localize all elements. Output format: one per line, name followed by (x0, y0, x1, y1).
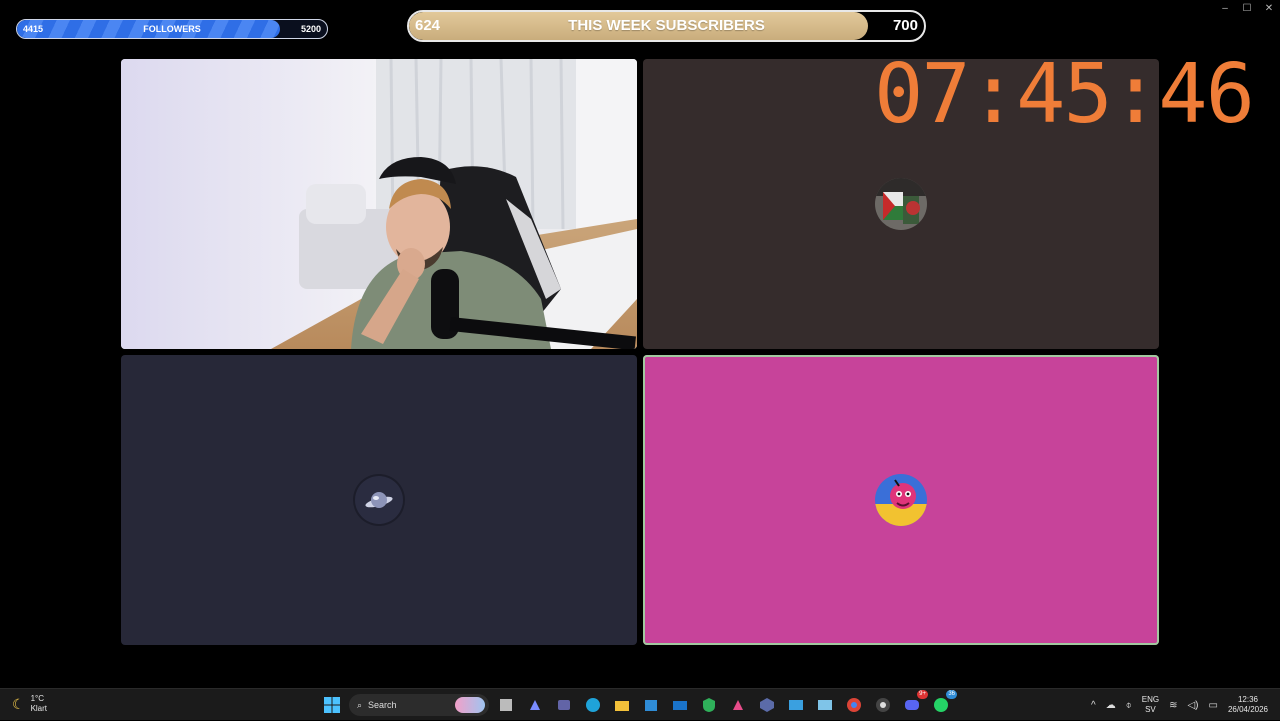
whatsapp-icon[interactable]: 36 (929, 690, 957, 717)
file-explorer-icon[interactable] (610, 693, 634, 717)
whatsapp-badge: 36 (946, 690, 957, 699)
weather-temp: 1°C (30, 694, 44, 703)
photos-icon[interactable] (784, 693, 808, 717)
cartoon-avatar (875, 474, 927, 526)
webcam-tile[interactable] (121, 59, 637, 349)
onedrive-icon[interactable]: ☁ (1106, 700, 1116, 711)
maximize-button[interactable]: ☐ (1236, 0, 1258, 16)
microphone-icon[interactable]: ⌽ (1126, 700, 1132, 711)
system-date: 26/04/2026 (1227, 705, 1268, 714)
subscribers-label: THIS WEEK SUBSCRIBERS (568, 17, 765, 34)
stream-timer: 07:45:46 (874, 47, 1255, 142)
minimize-button[interactable]: – (1214, 0, 1236, 16)
search-highlight-icon (455, 697, 485, 713)
files-icon[interactable] (494, 693, 518, 717)
chevron-up-icon[interactable]: ^ (1091, 700, 1096, 711)
followers-goal-bar: FOLLOWERS 4415 5200 (16, 19, 328, 39)
m365-icon[interactable] (726, 693, 750, 717)
taskbar-search-box[interactable]: ⌕ Search (349, 694, 489, 716)
wifi-icon[interactable]: ≋ (1169, 700, 1177, 711)
subscribers-goal: 700 (892, 17, 918, 34)
system-tray: ^ ☁ ⌽ ENG SV ≋ ◁) ▭ 12:36 26/04/2026 (1091, 689, 1280, 721)
obs-icon[interactable] (871, 693, 895, 717)
battery-icon[interactable]: ▭ (1209, 700, 1218, 711)
followers-goal: 5200 (300, 24, 321, 34)
planet-avatar (353, 474, 405, 526)
store-icon[interactable] (639, 693, 663, 717)
subscribers-current: 624 (415, 17, 441, 34)
edge-icon[interactable] (581, 693, 605, 717)
taskbar-apps: ⌕ Search 9+ 36 (320, 690, 957, 717)
mail-icon[interactable] (668, 693, 692, 717)
clock-date[interactable]: 12:36 26/04/2026 (1228, 695, 1268, 715)
remote-icon[interactable] (813, 693, 837, 717)
followers-label: FOLLOWERS (143, 24, 201, 34)
speaker-icon[interactable]: ◁) (1187, 700, 1198, 711)
chrome-icon[interactable] (842, 693, 866, 717)
search-placeholder: Search (368, 700, 397, 710)
windows-taskbar: ☾ 1°C Klart ⌕ Search 9+ 36 ^ ☁ ⌽ ENG SV … (0, 688, 1280, 720)
webcam-video (121, 59, 637, 349)
search-icon: ⌕ (357, 699, 363, 710)
subscribers-goal-bar: THIS WEEK SUBSCRIBERS 624 700 (407, 10, 926, 42)
discord-badge: 9+ (917, 690, 928, 699)
flag-avatar (875, 178, 927, 230)
vpn-icon[interactable] (697, 693, 721, 717)
language-indicator[interactable]: ENG SV (1142, 695, 1159, 715)
windows-start-icon[interactable] (320, 693, 344, 717)
region-code: SV (1145, 705, 1156, 714)
close-button[interactable]: ✕ (1258, 0, 1280, 16)
moon-icon: ☾ (12, 695, 25, 712)
weather-widget[interactable]: ☾ 1°C Klart (12, 694, 47, 714)
language-code: ENG (1141, 695, 1160, 704)
discord-icon[interactable]: 9+ (900, 690, 928, 717)
system-time: 12:36 (1237, 695, 1258, 704)
participant-tile-4[interactable] (643, 355, 1159, 645)
participant-tile-3[interactable] (121, 355, 637, 645)
weather-condition: Klart (30, 704, 48, 713)
followers-current: 4415 (23, 24, 44, 34)
box-icon[interactable] (755, 693, 779, 717)
window-controls: – ☐ ✕ (1214, 0, 1280, 16)
copilot-app-icon[interactable] (523, 693, 547, 717)
teams-icon[interactable] (552, 693, 576, 717)
